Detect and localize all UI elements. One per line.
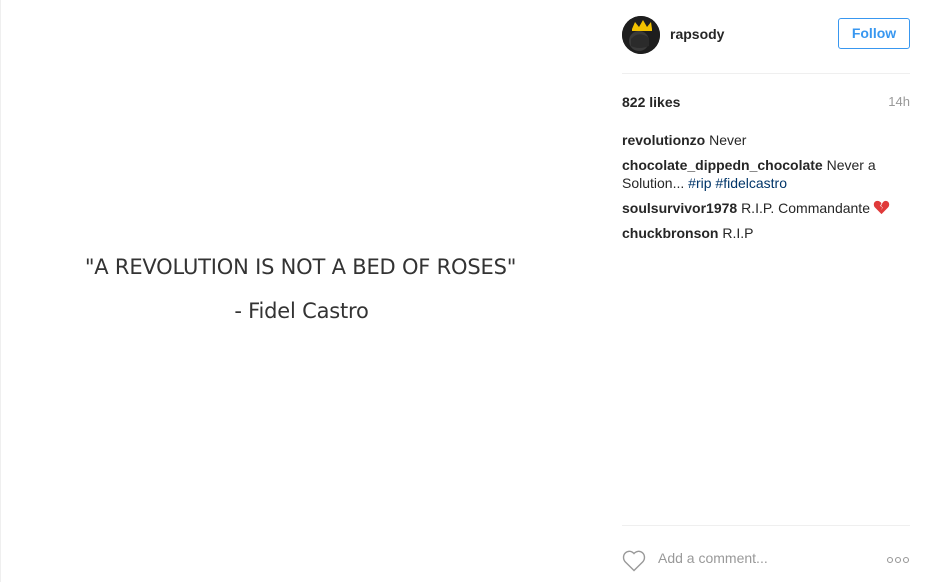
more-options-icon[interactable] [886, 556, 910, 564]
comment-text: R.I.P. Commandante [741, 200, 870, 216]
hashtag-link[interactable]: #rip [688, 175, 711, 191]
post-timestamp[interactable]: 14h [888, 94, 910, 109]
comment-bar [622, 525, 910, 582]
comment-text: Never [709, 132, 747, 148]
comment-item: soulsurvivor1978 R.I.P. Commandante [622, 199, 910, 217]
post-sidebar: rapsody Follow 822 likes 14h revolutionz… [601, 0, 929, 582]
comment-item: chocolate_dippedn_chocolate Never a Solu… [622, 156, 910, 192]
avatar-crown-icon [622, 16, 660, 54]
comment-item: chuckbronson R.I.P [622, 224, 910, 242]
quote-text: "A REVOLUTION IS NOT A BED OF ROSES" - F… [1, 255, 602, 323]
comment-author[interactable]: chocolate_dippedn_chocolate [622, 157, 823, 173]
quote-line: "A REVOLUTION IS NOT A BED OF ROSES" [84, 255, 517, 279]
post-viewer: "A REVOLUTION IS NOT A BED OF ROSES" - F… [0, 0, 929, 582]
comment-item: revolutionzo Never [622, 131, 910, 149]
comment-author[interactable]: chuckbronson [622, 225, 718, 241]
follow-button[interactable]: Follow [838, 18, 910, 49]
add-comment-input[interactable] [658, 550, 878, 566]
comment-list: revolutionzo Never chocolate_dippedn_cho… [622, 131, 910, 249]
comment-author[interactable]: soulsurvivor1978 [622, 200, 737, 216]
avatar[interactable] [622, 16, 660, 54]
heart-icon[interactable] [622, 550, 646, 572]
comment-text: R.I.P [722, 225, 754, 241]
broken-heart-icon [873, 200, 890, 215]
post-image[interactable]: "A REVOLUTION IS NOT A BED OF ROSES" - F… [0, 0, 601, 582]
comment-author[interactable]: revolutionzo [622, 132, 705, 148]
likes-row: 822 likes 14h [622, 94, 910, 112]
quote-attribution: - Fidel Castro [234, 299, 369, 323]
username[interactable]: rapsody [670, 26, 724, 42]
likes-count[interactable]: 822 likes [622, 94, 680, 110]
post-header: rapsody Follow [622, 0, 910, 74]
hashtag-link[interactable]: #fidelcastro [715, 175, 787, 191]
